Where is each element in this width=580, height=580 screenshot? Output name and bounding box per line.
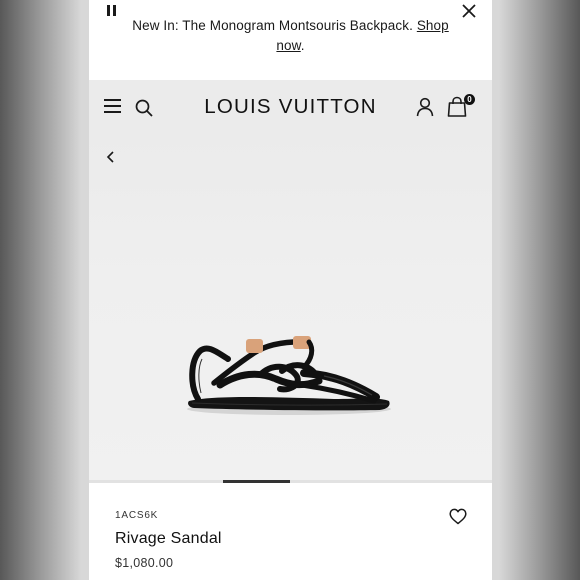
- search-icon[interactable]: [134, 98, 154, 118]
- brand-logo[interactable]: LOUIS VUITTON: [189, 95, 392, 119]
- product-image: [187, 336, 391, 415]
- announcement-message: New In: The Monogram Montsouris Backpack…: [132, 18, 413, 33]
- site-header: LOUIS VUITTON 0: [89, 80, 492, 136]
- announcement-text: New In: The Monogram Montsouris Backpack…: [129, 16, 452, 56]
- chevron-left-icon[interactable]: [105, 150, 117, 164]
- close-icon[interactable]: [460, 2, 478, 20]
- pause-icon[interactable]: [103, 2, 119, 18]
- account-icon[interactable]: [416, 97, 434, 117]
- product-image-gallery[interactable]: [89, 136, 492, 483]
- product-price: $1,080.00: [115, 556, 174, 570]
- product-title: Rivage Sandal: [115, 530, 222, 547]
- product-info-panel: 1ACS6K Rivage Sandal $1,080.00: [89, 483, 492, 580]
- announcement-banner: New In: The Monogram Montsouris Backpack…: [89, 0, 492, 80]
- heart-icon[interactable]: [449, 508, 467, 525]
- announcement-period: .: [300, 38, 305, 53]
- hamburger-menu-icon[interactable]: [104, 99, 122, 115]
- product-sku: 1ACS6K: [115, 510, 159, 521]
- phone-screen: New In: The Monogram Montsouris Backpack…: [89, 0, 492, 580]
- cart-count-badge: 0: [464, 94, 475, 105]
